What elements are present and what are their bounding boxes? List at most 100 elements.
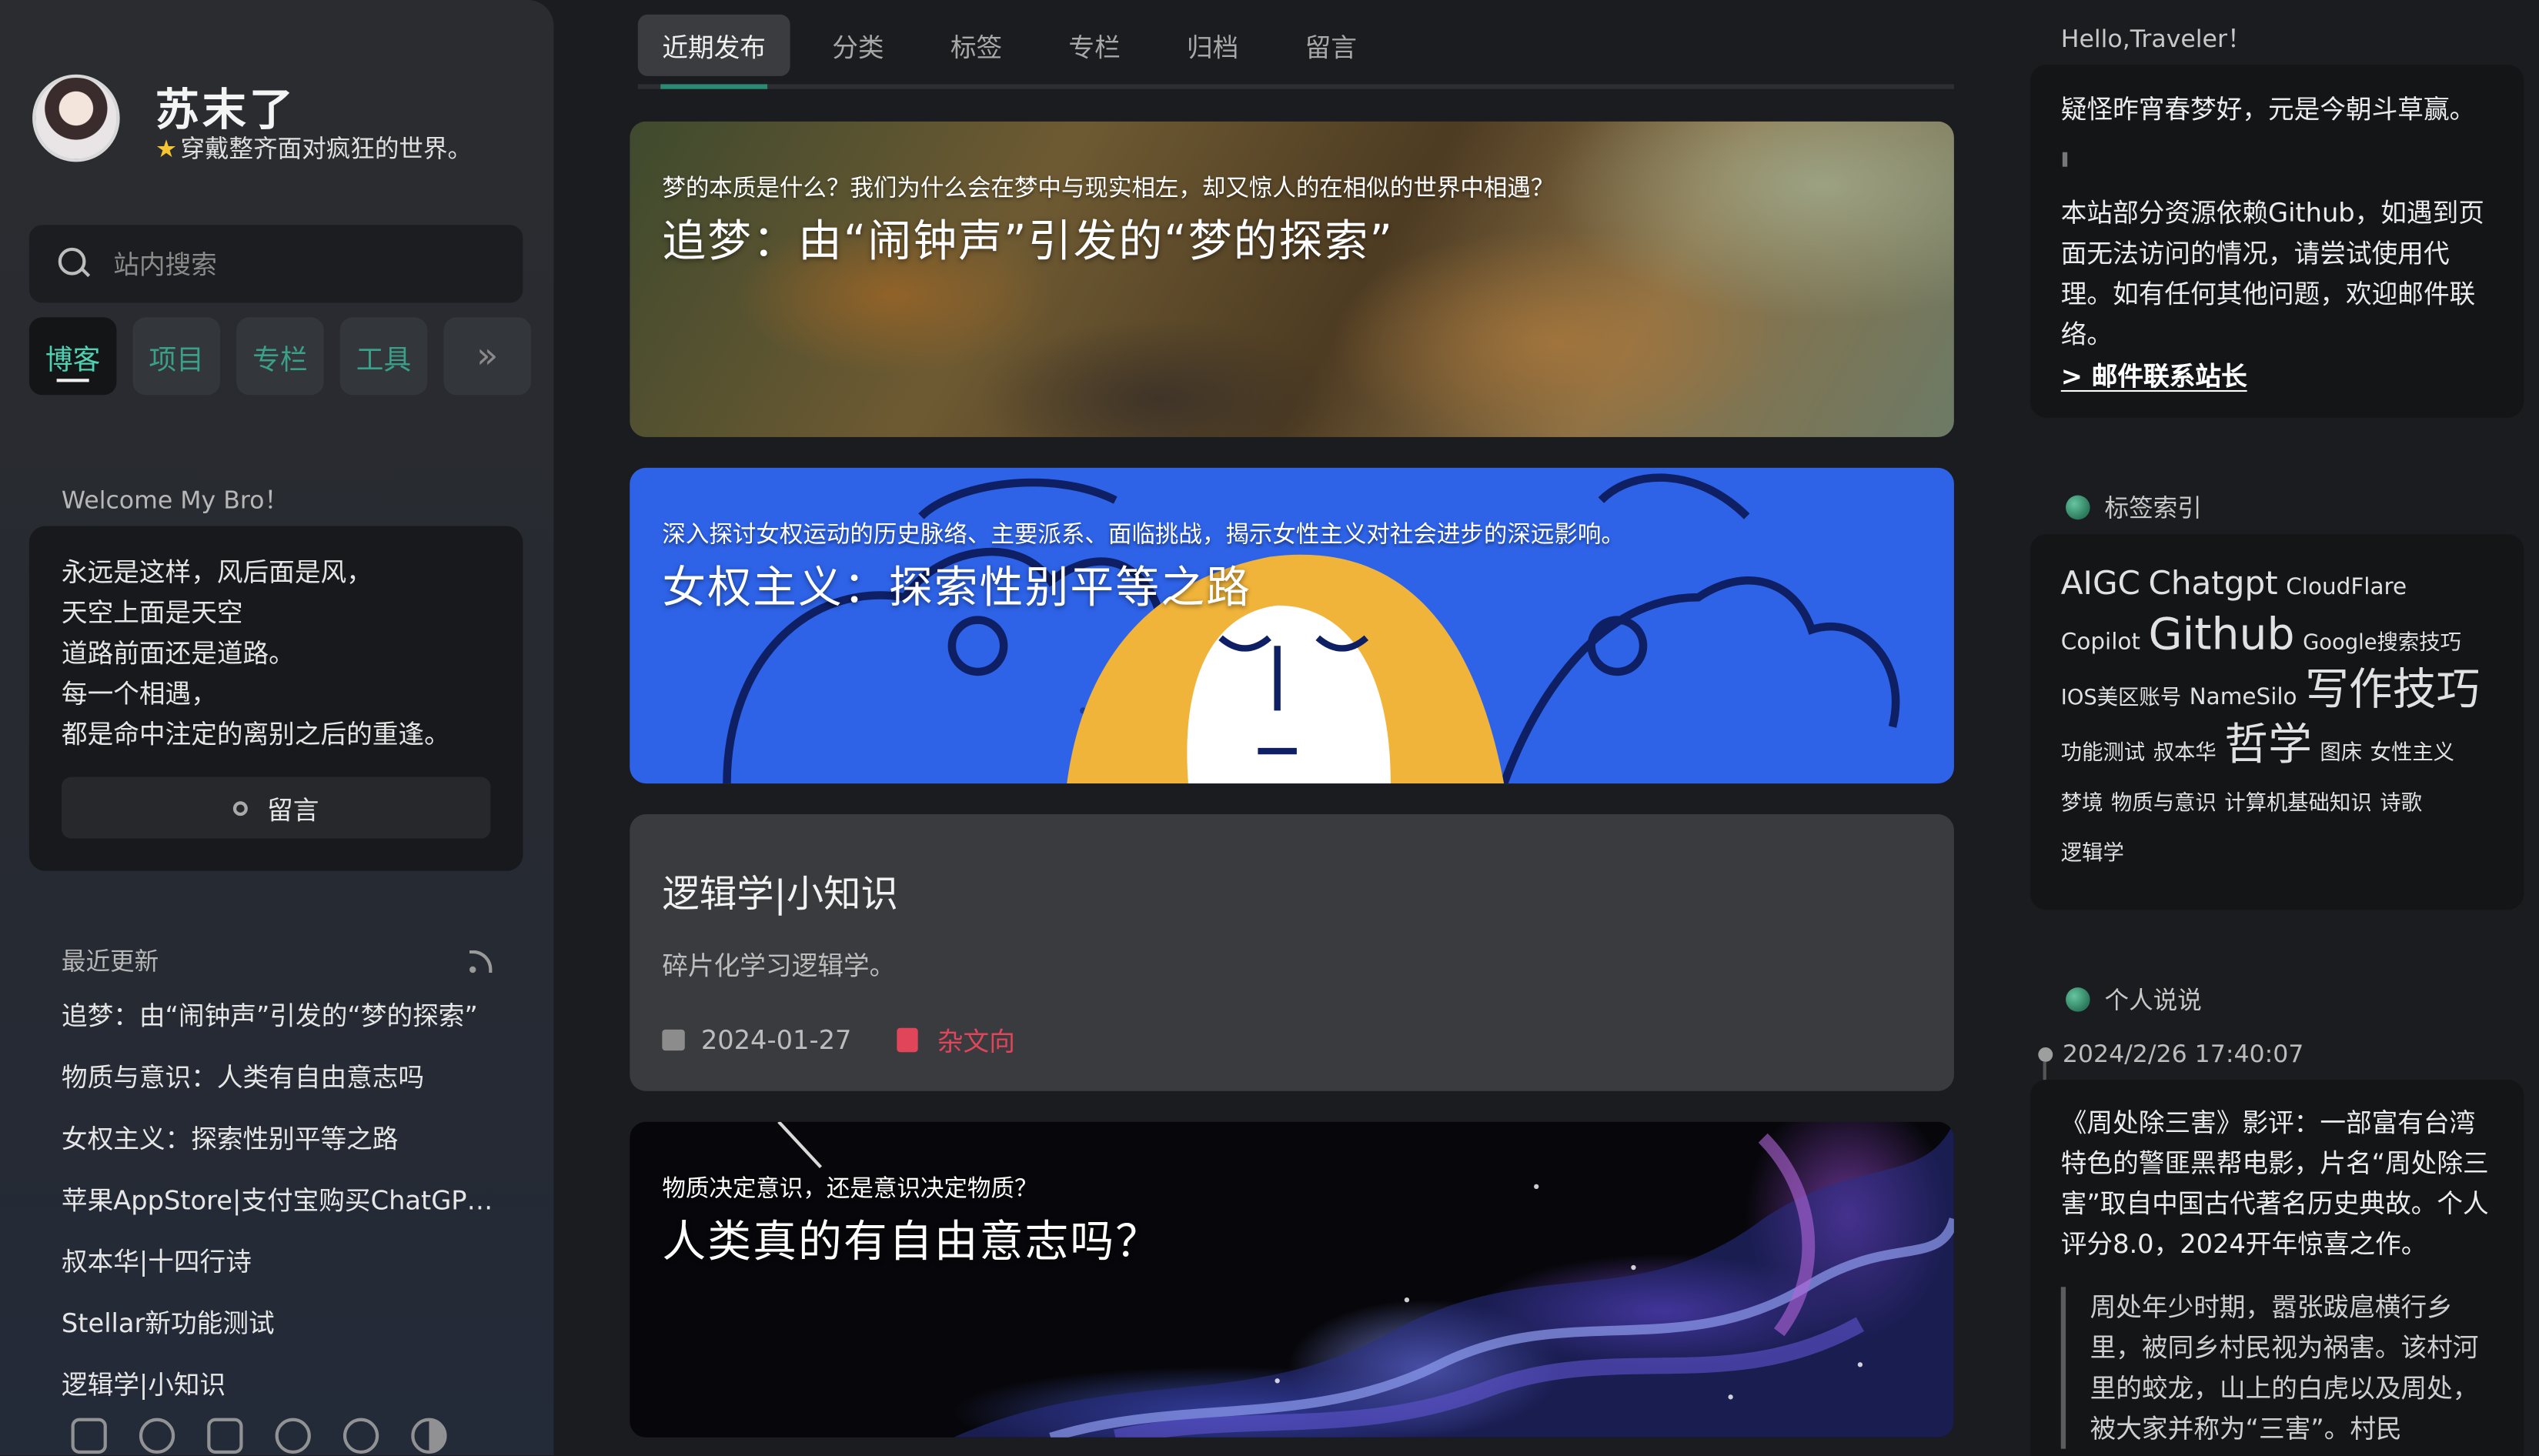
rss-icon[interactable]: [469, 949, 493, 973]
nav-columns[interactable]: 专栏: [236, 317, 324, 396]
welcome-card: 永远是这样，风后面是风， 天空上面是天空 道路前面还是道路。 每一个相遇， 都是…: [28, 526, 523, 871]
nav-tools[interactable]: 工具: [339, 317, 428, 396]
welcome-line: 道路前面还是道路。: [61, 637, 295, 669]
post-card-free-will[interactable]: 物质决定意识，还是意识决定物质？ 人类真的有自由意志吗？: [630, 1121, 1954, 1438]
recent-item[interactable]: 苹果AppStore|支付宝购买ChatGPT Plus: [62, 1184, 499, 1245]
globe-icon: [2066, 987, 2090, 1012]
daily-quote: 疑怪昨宵春梦好，元是今朝斗草赢。: [2060, 94, 2476, 125]
search-input[interactable]: [113, 248, 486, 279]
tag-item[interactable]: Copilot: [2061, 620, 2140, 667]
search-box[interactable]: [28, 225, 523, 303]
tag-item[interactable]: 哲学: [2224, 722, 2312, 769]
talk-card: 《周处除三害》影评：一部富有台湾特色的警匪黑帮电影，片名“周处除三害”取自中国古…: [2030, 1080, 2524, 1456]
post-date: 2024-01-27: [700, 1024, 852, 1055]
tab-underline: [637, 84, 1954, 89]
post-title: 追梦：由“闹钟声”引发的“梦的探索”: [662, 216, 1395, 268]
hello-text: Hello,Traveler！: [2060, 24, 2252, 54]
tag-item[interactable]: CloudFlare: [2286, 565, 2407, 612]
tag-item[interactable]: 写作技巧: [2305, 667, 2480, 714]
tab-archive[interactable]: 归档: [1162, 15, 1262, 76]
post-card-feminism[interactable]: 深入探讨女权运动的历史脉络、主要派系、面临挑战，揭示女性主义对社会进步的深远影响…: [630, 467, 1954, 784]
notice-text: 本站部分资源依赖Github，如遇到页面无法访问的情况，请尝试使用代理。如有任何…: [2060, 197, 2484, 350]
theme-toggle-icon[interactable]: [411, 1418, 447, 1454]
message-button[interactable]: 留言: [61, 776, 491, 839]
avatar[interactable]: [32, 74, 120, 162]
welcome-line: 永远是这样，风后面是风，: [61, 556, 372, 588]
post-title: 逻辑学|小知识: [662, 873, 898, 917]
tag-item[interactable]: 图床: [2320, 730, 2362, 777]
post-subtitle: 物质决定意识，还是意识决定物质？: [662, 1177, 1038, 1203]
typing-cursor: [2062, 152, 2068, 167]
recent-header: 最近更新: [62, 943, 493, 977]
message-icon: [232, 800, 248, 816]
tab-messages[interactable]: 留言: [1281, 15, 1381, 76]
welcome-line: 天空上面是天空: [61, 597, 243, 629]
globe-icon: [2066, 495, 2090, 520]
star-icon: ★: [155, 134, 178, 164]
cosmic-illustration: [777, 1121, 1954, 1438]
calendar-icon: [662, 1028, 685, 1050]
recent-list: 追梦：由“闹钟声”引发的“梦的探索” 物质与意识：人类有自由意志吗 女权主义：探…: [62, 999, 499, 1430]
tab-categories[interactable]: 分类: [808, 15, 908, 76]
recent-item[interactable]: 物质与意识：人类有自由意志吗: [62, 1060, 499, 1122]
tag-item[interactable]: Chatgpt: [2148, 560, 2277, 607]
rss-feed-icon[interactable]: [342, 1418, 379, 1454]
feminism-illustration: [723, 473, 1900, 784]
post-card-dream[interactable]: 梦的本质是什么？我们为什么会在梦中与现实相左，却又惊人的在相似的世界中相遇？ 追…: [630, 121, 1954, 437]
search-icon: [58, 247, 91, 280]
site-subtitle-text: 穿戴整齐面对疯狂的世界。: [180, 134, 473, 164]
site-name[interactable]: 苏末了: [155, 75, 296, 138]
tab-tags[interactable]: 标签: [926, 15, 1026, 76]
tag-item[interactable]: 功能测试: [2061, 730, 2145, 777]
recent-item[interactable]: 叔本华|十四行诗: [62, 1245, 499, 1307]
book-icon: [897, 1027, 918, 1052]
post-category[interactable]: 杂文向: [937, 1020, 1015, 1058]
tag-item[interactable]: 诗歌: [2380, 780, 2422, 827]
recent-item[interactable]: Stellar新功能测试: [62, 1307, 499, 1368]
github-icon[interactable]: [71, 1418, 107, 1454]
left-sidebar: 苏末了 ★穿戴整齐面对疯狂的世界。 博客 项目 专栏 工具 » Welcome …: [0, 0, 554, 1456]
tag-item[interactable]: 计算机基础知识: [2224, 780, 2371, 827]
bilibili-icon[interactable]: [207, 1418, 243, 1454]
post-subtitle: 梦的本质是什么？我们为什么会在梦中与现实相左，却又惊人的在相似的世界中相遇？: [662, 176, 1555, 202]
recent-item[interactable]: 女权主义：探索性别平等之路: [62, 1122, 499, 1184]
tag-item[interactable]: IOS美区账号: [2061, 675, 2181, 722]
post-title: 女权主义：探索性别平等之路: [662, 563, 1252, 614]
wechat-icon[interactable]: [275, 1418, 311, 1454]
tab-recent[interactable]: 近期发布: [637, 14, 790, 76]
tab-columns[interactable]: 专栏: [1044, 15, 1144, 76]
recent-title: 最近更新: [61, 947, 159, 977]
recent-item[interactable]: 追梦：由“闹钟声”引发的“梦的探索”: [62, 999, 499, 1060]
content-tabs: 近期发布 分类 标签 专栏 归档 留言: [637, 14, 1399, 76]
message-button-label: 留言: [267, 794, 319, 826]
tag-cloud-card: AIGC Chatgpt CloudFlare Copilot Github Google…: [2030, 534, 2524, 910]
site-subtitle: ★ 穿戴整齐面对疯狂的世界。: [155, 131, 472, 165]
welcome-line: 每一个相遇，: [61, 678, 217, 710]
email-link[interactable]: > 邮件联系站长: [2061, 355, 2494, 393]
tag-item[interactable]: 梦境: [2061, 780, 2103, 827]
tag-item[interactable]: 女性主义: [2370, 730, 2454, 777]
nav-projects[interactable]: 项目: [132, 317, 221, 396]
talk-section-title: 个人说说: [2066, 983, 2202, 1017]
notice-card: 疑怪昨宵春梦好，元是今朝斗草赢。 本站部分资源依赖Github，如遇到页面无法访…: [2030, 65, 2524, 418]
post-meta: 2024-01-27 杂文向: [662, 1020, 1015, 1058]
timeline-dot: [2038, 1047, 2053, 1062]
tag-item[interactable]: Google搜索技巧: [2303, 620, 2461, 667]
tag-item[interactable]: Github: [2148, 612, 2294, 659]
tag-item[interactable]: 物质与意识: [2111, 780, 2217, 827]
tag-item[interactable]: 叔本华: [2153, 730, 2217, 777]
nav-more-button[interactable]: »: [443, 317, 531, 396]
nav-blog[interactable]: 博客: [28, 317, 117, 396]
post-description: 碎片化学习逻辑学。: [662, 950, 896, 981]
welcome-title: Welcome My Bro！: [61, 486, 289, 515]
tag-item[interactable]: NameSilo: [2190, 675, 2297, 722]
post-subtitle: 深入探讨女权运动的历史脉络、主要派系、面临挑战，揭示女性主义对社会进步的深远影响…: [662, 523, 1625, 549]
tag-cloud: AIGC Chatgpt CloudFlare Copilot Github Google…: [2061, 560, 2495, 877]
post-card-logic[interactable]: 逻辑学|小知识 碎片化学习逻辑学。 2024-01-27 杂文向: [630, 814, 1954, 1091]
weibo-icon[interactable]: [139, 1418, 175, 1454]
tag-item[interactable]: AIGC: [2061, 560, 2140, 607]
post-title: 人类真的有自由意志吗？: [662, 1217, 1161, 1268]
social-icons: [71, 1418, 447, 1454]
tag-item[interactable]: 逻辑学: [2061, 830, 2124, 877]
welcome-line: 都是命中注定的离别之后的重逢。: [61, 718, 450, 750]
